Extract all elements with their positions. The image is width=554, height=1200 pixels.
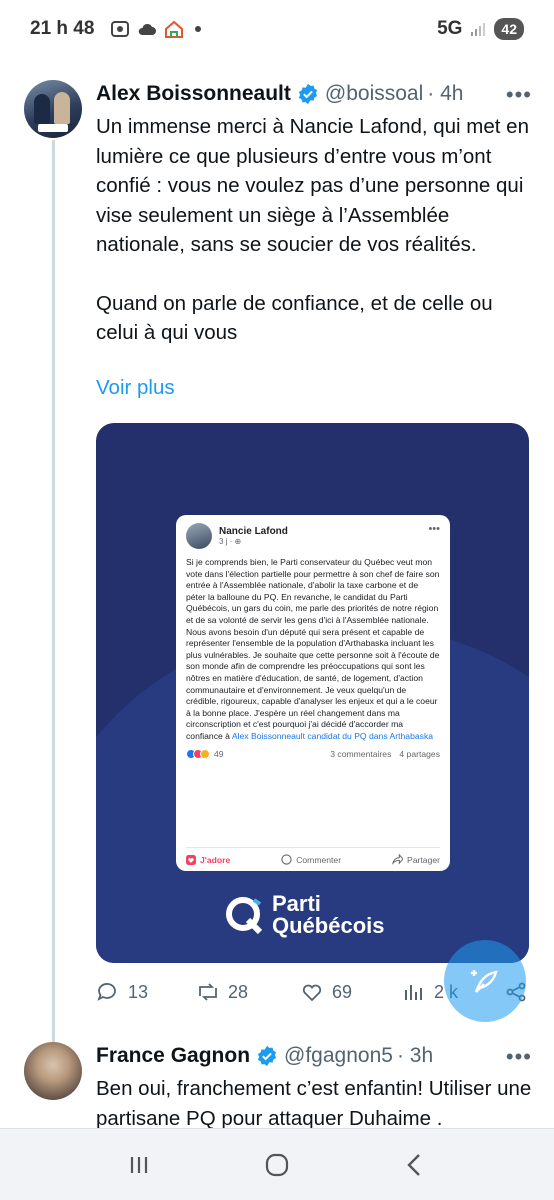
fb-reaction-count: 49 [214,748,224,759]
tweet-paragraph: Quand on parle de confiance, et de celle… [96,291,493,345]
repost-count: 28 [228,981,249,1002]
like-count: 69 [332,981,353,1002]
tweet-header: France Gagnon @fgagnon5 · 3h [96,1044,433,1068]
author-name[interactable]: Alex Boissonneault [96,82,291,106]
logo-line-2: Québécois [272,913,385,938]
thread-line [52,140,55,1045]
tweet-header: Alex Boissonneault @boissoal · 4h [96,82,463,106]
heart-outline-icon [302,984,322,1002]
tweet-media-image[interactable]: Nancie Lafond 3 j · ⊕ ••• Si je comprend… [96,423,529,963]
fb-author-name: Nancie Lafond [219,526,288,537]
fb-comment-count: 3 commentaires [330,748,392,759]
reply-count: 13 [128,981,149,1002]
tweet-paragraph: Un immense merci à Nancie Lafond, qui me… [96,115,529,256]
status-bar: 21 h 48 5G 42 [0,0,554,58]
tweet-text: Ben oui, franchement c’est enfantin! Uti… [96,1077,532,1130]
more-options-icon[interactable]: ••• [506,1044,532,1070]
fb-love-label: J'adore [200,854,231,865]
fb-comment-action: Commenter [281,854,341,865]
network-label: 5G [437,18,463,39]
cloud-icon [139,23,157,35]
repost-icon [199,983,217,1001]
avatar[interactable] [24,1042,82,1100]
fb-mention-link: Alex Boissonneault candidat du PQ dans A… [231,730,434,741]
verified-badge-icon [298,83,317,105]
fb-post-body: Si je comprends bien, le Parti conservat… [186,557,440,743]
author-handle: @fgagnon5 [284,1044,393,1067]
repost-button[interactable]: 28 [196,980,248,1004]
author-handle: @boissoal [324,82,424,105]
avatar[interactable] [24,80,82,138]
reaction-icons [186,748,210,759]
logo-line-1: Parti [272,891,321,916]
home-button-icon[interactable] [263,1151,291,1179]
fb-post-meta: 3 j · ⊕ [219,537,242,546]
fb-more-icon: ••• [428,523,440,535]
tweet-text: Un immense merci à Nancie Lafond, qui me… [96,112,536,377]
fb-post-text: Si je comprends bien, le Parti conservat… [186,557,440,741]
system-navigation-bar [0,1128,554,1200]
recent-apps-icon[interactable] [125,1151,153,1179]
fb-love-action: J'adore [186,854,230,865]
fb-avatar [186,523,212,549]
fb-comment-label: Commenter [296,854,342,865]
comment-bubble-icon [281,854,292,865]
tweet-time: · 3h [396,1044,434,1067]
reply-icon [97,983,116,1001]
tweet-time: · 4h [427,82,464,105]
home-icon [165,20,184,38]
share-arrow-icon [392,854,404,865]
battery-indicator: 42 [494,18,524,40]
heart-icon [186,854,196,865]
views-bar-icon [405,985,422,1000]
clock: 21 h 48 [30,18,95,39]
signal-icon [471,23,486,36]
fb-share-count: 4 partages [399,748,440,759]
author-name[interactable]: France Gagnon [96,1044,250,1068]
facebook-post-card: Nancie Lafond 3 j · ⊕ ••• Si je comprend… [176,515,450,871]
notification-dot [195,26,202,32]
feather-compose-icon [471,970,498,993]
compose-tweet-button[interactable] [444,940,526,1022]
fb-stats: 49 3 commentaires 4 partages [186,748,440,759]
back-icon[interactable] [401,1151,429,1179]
fb-share-action: Partager [392,854,440,865]
show-more-link[interactable]: Voir plus [96,376,175,400]
more-options-icon[interactable]: ••• [506,82,532,108]
fb-share-label: Partager [407,854,440,865]
parti-quebecois-logo: Parti Québécois [224,893,384,937]
verified-badge-icon [257,1045,277,1067]
screenshot-icon [111,21,130,37]
reply-button[interactable]: 13 [96,980,148,1004]
like-button[interactable]: 69 [300,980,352,1004]
fb-actions: J'adore Commenter Partager [186,847,440,865]
pq-logo-mark-icon [226,897,263,935]
